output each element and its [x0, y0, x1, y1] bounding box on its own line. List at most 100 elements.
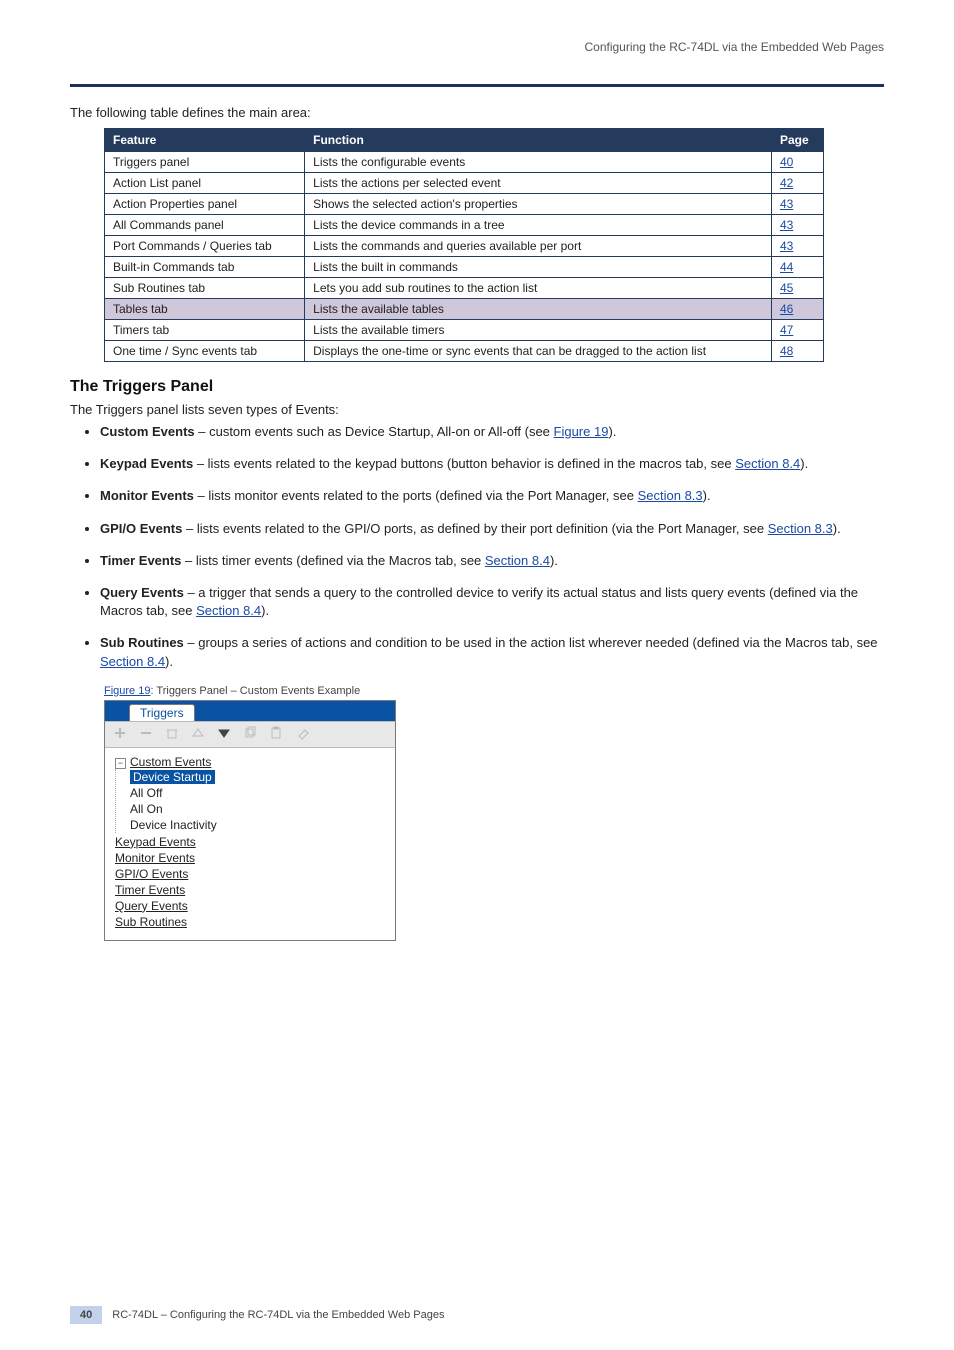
page-link[interactable]: 40 — [780, 155, 793, 169]
cell-feature: Built-in Commands tab — [105, 257, 305, 278]
cell-page: 40 — [771, 152, 823, 173]
trigger-name: Monitor Events — [100, 488, 198, 503]
plus-icon[interactable] — [113, 726, 127, 743]
cell-function: Lists the device commands in a tree — [305, 215, 772, 236]
cell-feature: Sub Routines tab — [105, 278, 305, 299]
cell-feature: Triggers panel — [105, 152, 305, 173]
table-row: Built-in Commands tabLists the built in … — [105, 257, 824, 278]
th-feature: Feature — [105, 129, 305, 152]
collapse-icon[interactable]: − — [115, 758, 126, 769]
footer-doc-title: RC-74DL – Configuring the RC-74DL via th… — [112, 1309, 444, 1321]
xref-link[interactable]: Figure 19 — [554, 424, 609, 439]
cell-function: Lists the available tables — [305, 299, 772, 320]
trigger-name: Sub Routines — [100, 635, 187, 650]
page-link[interactable]: 44 — [780, 260, 793, 274]
list-item: Sub Routines – groups a series of action… — [100, 634, 884, 670]
tree-gpio-events[interactable]: GPI/O Events — [115, 867, 188, 881]
page-link[interactable]: 45 — [780, 281, 793, 295]
tree-monitor-events[interactable]: Monitor Events — [115, 851, 195, 865]
figure-caption-link[interactable]: Figure 19 — [104, 685, 150, 697]
tabbar: Triggers — [105, 701, 395, 721]
trash-icon[interactable] — [165, 726, 179, 743]
xref-link[interactable]: Section 8.4 — [196, 603, 261, 618]
clipboard-icon[interactable] — [269, 726, 283, 743]
list-item: Timer Events – lists timer events (defin… — [100, 552, 884, 570]
cell-page: 45 — [771, 278, 823, 299]
cell-feature: One time / Sync events tab — [105, 341, 305, 362]
page-header: Configuring the RC-74DL via the Embedded… — [70, 40, 884, 54]
xref-link[interactable]: Section 8.4 — [485, 553, 550, 568]
th-page: Page — [771, 129, 823, 152]
page-link[interactable]: 42 — [780, 176, 793, 190]
table-row: Tables tabLists the available tables 46 — [105, 299, 824, 320]
cell-page: 43 — [771, 215, 823, 236]
table-row: Action Properties panelShows the selecte… — [105, 194, 824, 215]
page-link[interactable]: 46 — [780, 302, 793, 316]
minus-icon[interactable] — [139, 726, 153, 743]
cell-function: Lists the commands and queries available… — [305, 236, 772, 257]
cell-feature: All Commands panel — [105, 215, 305, 236]
page-link[interactable]: 43 — [780, 197, 793, 211]
copy-icon[interactable] — [243, 726, 257, 743]
cell-feature: Timers tab — [105, 320, 305, 341]
up-icon[interactable] — [191, 726, 205, 743]
list-item: Keypad Events – lists events related to … — [100, 455, 884, 473]
list-item: Query Events – a trigger that sends a qu… — [100, 584, 884, 620]
tree-query-events[interactable]: Query Events — [115, 899, 188, 913]
cell-page: 47 — [771, 320, 823, 341]
table-row: One time / Sync events tabDisplays the o… — [105, 341, 824, 362]
page-link[interactable]: 43 — [780, 218, 793, 232]
tree-item-device-inactivity[interactable]: Device Inactivity — [130, 818, 217, 832]
table-row: Sub Routines tabLets you add sub routine… — [105, 278, 824, 299]
cell-function: Lists the configurable events — [305, 152, 772, 173]
triggers-panel-screenshot: Triggers −Custom Events Device Startup A… — [104, 700, 396, 941]
th-function: Function — [305, 129, 772, 152]
tree-custom-events[interactable]: Custom Events — [130, 755, 211, 769]
toolbar — [105, 721, 395, 748]
xref-link[interactable]: Section 8.3 — [768, 521, 833, 536]
list-item: GPI/O Events – lists events related to t… — [100, 520, 884, 538]
header-rule — [70, 84, 884, 87]
trigger-name: GPI/O Events — [100, 521, 186, 536]
cell-function: Lists the available timers — [305, 320, 772, 341]
xref-link[interactable]: Section 8.3 — [638, 488, 703, 503]
trigger-name: Timer Events — [100, 553, 185, 568]
tree-item-device-startup[interactable]: Device Startup — [130, 770, 215, 784]
section-title: The Triggers Panel — [70, 378, 884, 396]
tree-item-all-off[interactable]: All Off — [130, 786, 162, 800]
tree-item-all-on[interactable]: All On — [130, 802, 163, 816]
cell-page: 42 — [771, 173, 823, 194]
page-link[interactable]: 48 — [780, 344, 793, 358]
cell-function: Lets you add sub routines to the action … — [305, 278, 772, 299]
trigger-name: Custom Events — [100, 424, 198, 439]
table-row: Action List panelLists the actions per s… — [105, 173, 824, 194]
cell-page: 48 — [771, 341, 823, 362]
cell-page: 43 — [771, 236, 823, 257]
xref-link[interactable]: Section 8.4 — [735, 456, 800, 471]
intro-text: The following table defines the main are… — [70, 105, 884, 120]
cell-page: 43 — [771, 194, 823, 215]
list-item: Custom Events – custom events such as De… — [100, 423, 884, 441]
cell-feature: Action List panel — [105, 173, 305, 194]
trigger-name: Query Events — [100, 585, 187, 600]
tree-sub-routines[interactable]: Sub Routines — [115, 915, 187, 929]
table-row: Timers tabLists the available timers 47 — [105, 320, 824, 341]
erase-icon[interactable] — [295, 726, 309, 743]
page-link[interactable]: 43 — [780, 239, 793, 253]
cell-feature: Tables tab — [105, 299, 305, 320]
cell-feature: Port Commands / Queries tab — [105, 236, 305, 257]
down-icon[interactable] — [217, 726, 231, 743]
cell-function: Shows the selected action's properties — [305, 194, 772, 215]
triggers-tree: −Custom Events Device Startup All Off Al… — [105, 748, 395, 940]
tree-keypad-events[interactable]: Keypad Events — [115, 835, 196, 849]
table-row: Port Commands / Queries tabLists the com… — [105, 236, 824, 257]
page-link[interactable]: 47 — [780, 323, 793, 337]
footer-page-number: 40 — [70, 1306, 102, 1324]
list-item: Monitor Events – lists monitor events re… — [100, 487, 884, 505]
xref-link[interactable]: Section 8.4 — [100, 654, 165, 669]
table-row: Triggers panelLists the configurable eve… — [105, 152, 824, 173]
tree-timer-events[interactable]: Timer Events — [115, 883, 185, 897]
tab-triggers[interactable]: Triggers — [129, 704, 195, 721]
page-footer: 40 RC-74DL – Configuring the RC-74DL via… — [70, 1306, 884, 1324]
cell-function: Lists the built in commands — [305, 257, 772, 278]
